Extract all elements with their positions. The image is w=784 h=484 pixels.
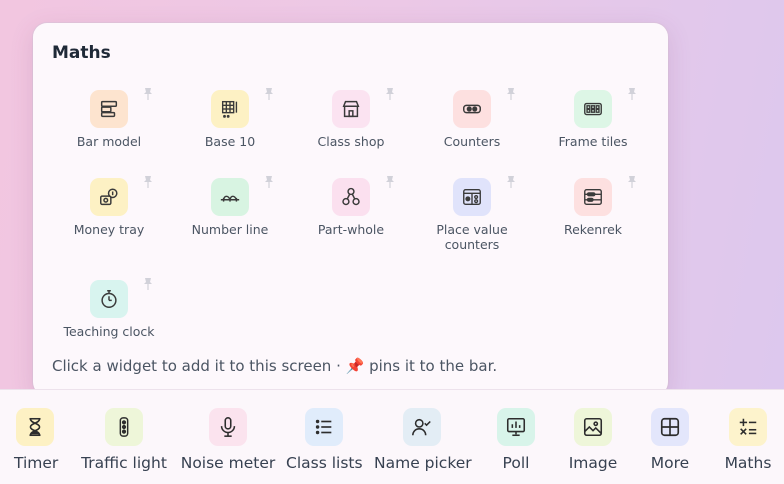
toolbar-label: Noise meter bbox=[180, 454, 276, 472]
toolbar-timer[interactable]: Timer bbox=[14, 408, 59, 472]
widget-rekenrek[interactable]: Rekenrek bbox=[535, 175, 651, 264]
widget-label: Rekenrek bbox=[563, 222, 622, 237]
grid-icon bbox=[651, 408, 689, 446]
pushpin-icon: 📌 bbox=[345, 357, 365, 375]
toolbar-label: Poll bbox=[502, 454, 530, 472]
toolbar-label: Class lists bbox=[286, 454, 363, 472]
toolbar-name-picker[interactable]: Name picker bbox=[374, 408, 472, 472]
toolbar-noise-meter[interactable]: Noise meter bbox=[180, 408, 276, 472]
toolbar-label: Image bbox=[568, 454, 618, 472]
money-tray-icon bbox=[90, 178, 128, 216]
widget-label: Frame tiles bbox=[558, 134, 628, 149]
widget-number-line[interactable]: Number line bbox=[172, 175, 288, 264]
pin-icon[interactable] bbox=[143, 175, 153, 189]
toolbar-poll[interactable]: Poll bbox=[496, 408, 536, 472]
widget-label: Base 10 bbox=[204, 134, 256, 149]
traffic-light-icon bbox=[105, 408, 143, 446]
pin-icon[interactable] bbox=[506, 87, 516, 101]
shop-icon bbox=[332, 90, 370, 128]
toolbar-image[interactable]: Image bbox=[568, 408, 618, 472]
widget-frame-tiles[interactable]: Frame tiles bbox=[535, 87, 651, 176]
clock-icon bbox=[90, 280, 128, 318]
widget-bar-model[interactable]: Bar model bbox=[51, 87, 167, 176]
toolbar-label: Timer bbox=[14, 454, 59, 472]
widget-label: Class shop bbox=[317, 134, 385, 149]
name-picker-icon bbox=[403, 408, 441, 446]
hint-text-before: Click a widget to add it to this screen … bbox=[52, 357, 346, 375]
pin-icon[interactable] bbox=[627, 175, 637, 189]
panel-hint: Click a widget to add it to this screen … bbox=[52, 357, 497, 375]
pin-icon[interactable] bbox=[143, 277, 153, 291]
widget-label-line-1: Place value bbox=[436, 222, 508, 237]
maths-icon bbox=[729, 408, 767, 446]
toolbar-class-lists[interactable]: Class lists bbox=[286, 408, 363, 472]
list-icon bbox=[305, 408, 343, 446]
widget-label: Bar model bbox=[76, 134, 142, 149]
base-10-icon bbox=[211, 90, 249, 128]
hint-text-after: pins it to the bar. bbox=[364, 357, 498, 375]
pin-icon[interactable] bbox=[264, 87, 274, 101]
widget-label: Teaching clock bbox=[63, 324, 155, 339]
hourglass-icon bbox=[16, 408, 54, 446]
number-line-icon bbox=[211, 178, 249, 216]
widget-class-shop[interactable]: Class shop bbox=[293, 87, 409, 176]
widget-place-value-counters[interactable]: Place value counters bbox=[414, 175, 530, 264]
toolbar-label: Traffic light bbox=[81, 454, 167, 472]
toolbar-label: Maths bbox=[724, 454, 772, 472]
place-value-icon bbox=[453, 178, 491, 216]
widget-teaching-clock[interactable]: Teaching clock bbox=[51, 277, 167, 366]
pin-icon[interactable] bbox=[143, 87, 153, 101]
widget-money-tray[interactable]: Money tray bbox=[51, 175, 167, 264]
toolbar-label: More bbox=[650, 454, 690, 472]
widget-label-line-2: counters bbox=[444, 237, 500, 252]
widget-label: Place value counters bbox=[414, 222, 530, 252]
bar-model-icon bbox=[90, 90, 128, 128]
toolbar-more[interactable]: More bbox=[648, 408, 692, 472]
pin-icon[interactable] bbox=[627, 87, 637, 101]
poll-icon bbox=[497, 408, 535, 446]
pin-icon[interactable] bbox=[385, 87, 395, 101]
microphone-icon bbox=[209, 408, 247, 446]
part-whole-icon bbox=[332, 178, 370, 216]
pin-icon[interactable] bbox=[264, 175, 274, 189]
pin-icon[interactable] bbox=[506, 175, 516, 189]
widget-counters[interactable]: Counters bbox=[414, 87, 530, 176]
toolbar-traffic-light[interactable]: Traffic light bbox=[78, 408, 170, 472]
widget-label: Counters bbox=[443, 134, 501, 149]
widget-base-10[interactable]: Base 10 bbox=[172, 87, 288, 176]
toolbar-maths[interactable]: Maths bbox=[722, 408, 774, 472]
widget-label: Number line bbox=[191, 222, 269, 237]
bottom-toolbar: Timer Traffic light Noise meter Class li… bbox=[0, 389, 784, 484]
pin-icon[interactable] bbox=[385, 175, 395, 189]
counters-icon bbox=[453, 90, 491, 128]
widget-part-whole[interactable]: Part-whole bbox=[293, 175, 409, 264]
widget-label: Money tray bbox=[73, 222, 145, 237]
image-icon bbox=[574, 408, 612, 446]
rekenrek-icon bbox=[574, 178, 612, 216]
frame-tiles-icon bbox=[574, 90, 612, 128]
toolbar-label: Name picker bbox=[374, 454, 472, 472]
panel-title: Maths bbox=[52, 43, 111, 63]
maths-widget-panel: Maths Bar model Base 10 Class shop Count… bbox=[33, 23, 668, 396]
widget-label: Part-whole bbox=[317, 222, 385, 237]
